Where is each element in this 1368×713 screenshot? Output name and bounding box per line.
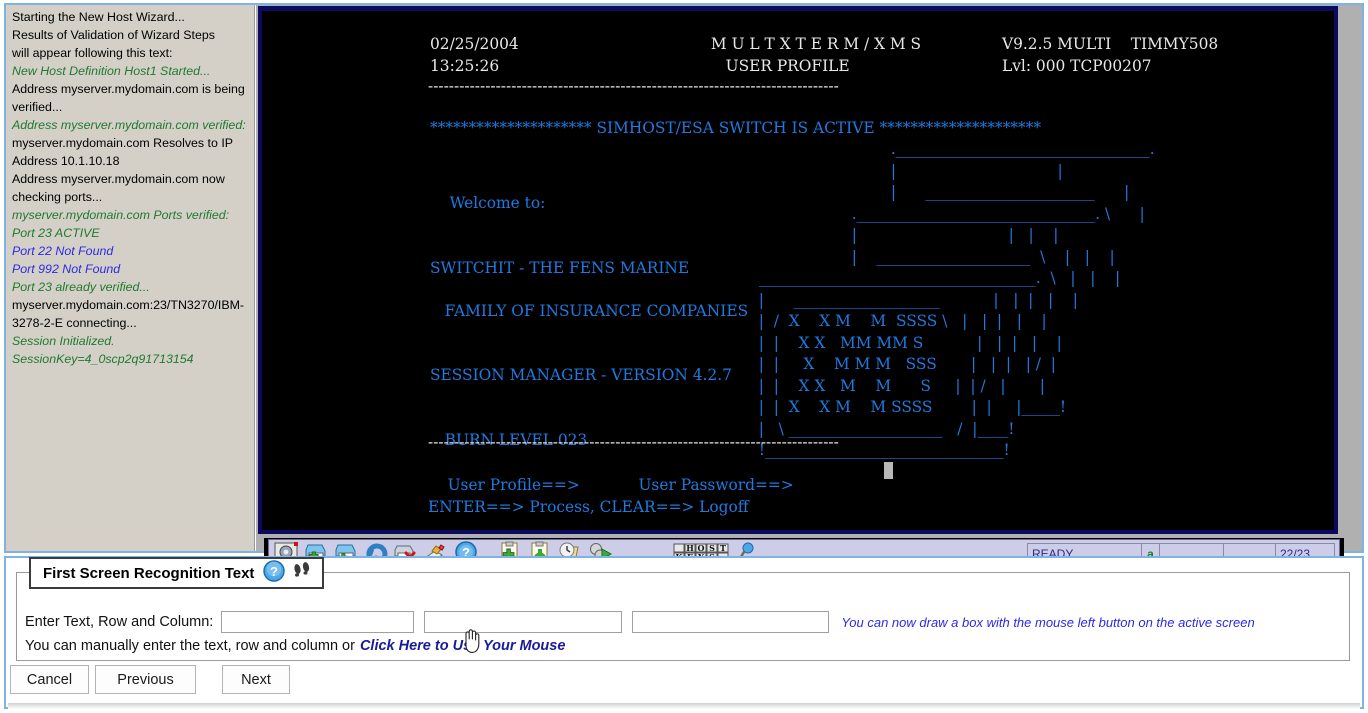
draw-box-hint: You can now draw a box with the mouse le… — [841, 614, 1255, 630]
help-question-icon[interactable]: ? — [263, 559, 286, 587]
recognition-row-input[interactable] — [424, 611, 623, 633]
terminal-banner: ********************* SIMHOST/ESA SWITCH… — [430, 119, 1042, 138]
log-line: will appear following this text: — [12, 46, 173, 60]
log-line: Results of Validation of Wizard Steps — [12, 28, 215, 42]
first-screen-recognition-fieldset: First Screen Recognition Text ? Enter Te… — [16, 557, 1350, 661]
wizard-panel: First Screen Recognition Text ? Enter Te… — [0, 556, 1368, 713]
log-line: Address myserver.mydomain.com now — [12, 172, 225, 186]
wizard-log-panel[interactable]: Starting the New Host Wizard... Results o… — [6, 5, 255, 551]
log-line: Starting the New Host Wizard... — [12, 10, 185, 24]
terminal-product-title: M U L T X T E R M / X M S USER PROFILE — [710, 35, 922, 75]
terminal-prompt-line[interactable]: User Profile==> User Password==> — [428, 475, 794, 497]
terminal-welcome-block: Welcome to: SWITCHIT - THE FENS MARINE F… — [430, 194, 749, 449]
log-line: Address 10.1.10.18 — [12, 154, 120, 168]
terminal-toolbar-region: ? H O S T READY a 22/23 — [264, 538, 1344, 566]
manual-entry-hint: You can manually enter the text, row and… — [25, 638, 355, 654]
log-line: myserver.mydomain.com Ports verified: — [12, 208, 230, 222]
footprints-icon — [292, 560, 312, 587]
top-inner-frame: Starting the New Host Wizard... Results o… — [4, 3, 1364, 566]
log-line: Port 22 Not Found — [12, 244, 114, 258]
svg-text:?: ? — [270, 564, 278, 579]
recognition-fields-row: Enter Text, Row and Column: You can now … — [25, 611, 1345, 633]
recognition-column-input[interactable] — [632, 611, 830, 633]
terminal-rule-bottom: ----------------------------------------… — [428, 433, 839, 452]
cancel-button[interactable]: Cancel — [10, 665, 89, 694]
log-line: New Host Definition Host1 Started... — [12, 64, 211, 78]
terminal-date-time: 02/25/2004 13:25:26 — [430, 35, 519, 75]
terminal-cursor — [884, 462, 893, 479]
terminal-action-keys: ENTER==> Process, CLEAR==> Logoff — [428, 498, 749, 517]
log-line: 3278-2-E connecting... — [12, 316, 137, 330]
log-line: Port 23 already verified... — [12, 280, 150, 294]
log-line: Address myserver.mydomain.com verified: — [12, 118, 246, 132]
svg-text:T: T — [720, 543, 726, 553]
log-line: checking ports... — [12, 190, 103, 204]
page-title: First Screen Recognition Text — [43, 564, 255, 582]
terminal-ascii-art-logo: ._________________________________. | | … — [758, 140, 1155, 460]
log-line: Address myserver.mydomain.com is being — [12, 82, 245, 96]
wizard-button-row: Cancel Previous Next — [10, 665, 290, 694]
fieldset-legend: First Screen Recognition Text ? — [29, 557, 325, 589]
terminal-frame: 02/25/2004 13:25:26 M U L T X T E R M / … — [258, 6, 1344, 566]
enter-text-row-column-label: Enter Text, Row and Column: — [25, 614, 214, 630]
recognition-text-input[interactable] — [221, 611, 415, 633]
log-line: verified... — [12, 100, 63, 114]
log-line: Session Initialized. — [12, 334, 115, 348]
manual-entry-hint-row: You can manually enter the text, row and… — [25, 638, 565, 654]
terminal-session-info: V9.2.5 MULTI TIMMY508 Lvl: 000 TCP00207 — [1002, 35, 1219, 75]
application-window: Starting the New Host Wizard... Results o… — [0, 0, 1368, 713]
log-line: myserver.mydomain.com:23/TN3270/IBM- — [12, 298, 245, 312]
wizard-border: First Screen Recognition Text ? Enter Te… — [4, 556, 1364, 709]
log-line: myserver.mydomain.com Resolves to IP — [12, 136, 234, 150]
log-line: Port 992 Not Found — [12, 262, 121, 276]
terminal-screen[interactable]: 02/25/2004 13:25:26 M U L T X T E R M / … — [262, 11, 1334, 530]
log-line: Port 23 ACTIVE — [12, 226, 100, 240]
next-button[interactable]: Next — [222, 665, 290, 694]
click-here-use-mouse-link[interactable]: Click Here to Use Your Mouse — [360, 638, 565, 654]
wizard-log-list: Starting the New Host Wizard... Results o… — [6, 5, 254, 368]
terminal-rule-top: ----------------------------------------… — [428, 77, 839, 96]
log-line: SessionKey=4_0scp2q91713154 — [12, 352, 194, 366]
window-bottom-shadow — [8, 703, 1360, 709]
previous-button[interactable]: Previous — [95, 665, 196, 694]
terminal-area: 02/25/2004 13:25:26 M U L T X T E R M / … — [256, 5, 1362, 566]
top-area: Starting the New Host Wizard... Results o… — [0, 0, 1368, 566]
